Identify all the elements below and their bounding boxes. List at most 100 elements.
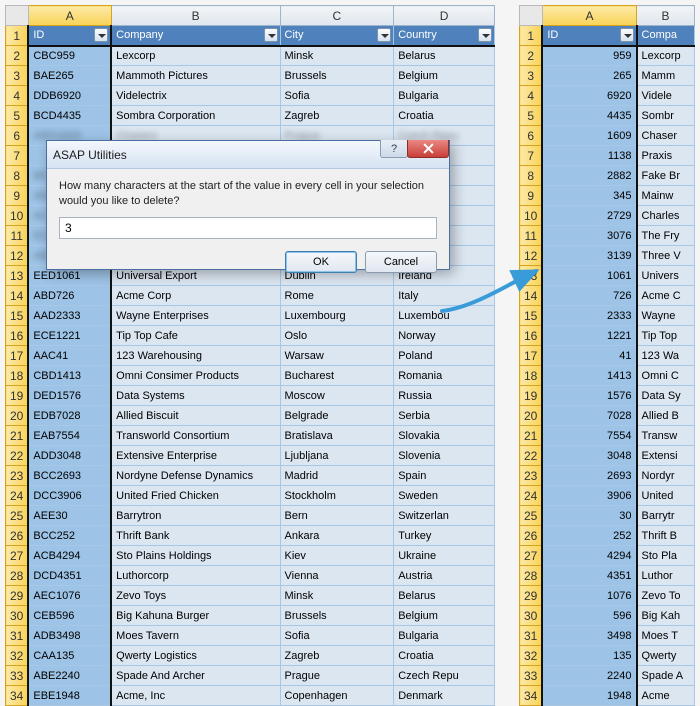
cell-country[interactable]: Austria bbox=[394, 566, 495, 586]
cell-id[interactable]: 2240 bbox=[542, 666, 636, 686]
row-header[interactable]: 1 bbox=[520, 26, 543, 46]
help-button[interactable]: ? bbox=[380, 140, 408, 158]
cell-company[interactable]: Tip Top bbox=[637, 326, 695, 346]
row-header[interactable]: 2 bbox=[520, 46, 543, 66]
cell-id[interactable]: 3498 bbox=[542, 626, 636, 646]
row-header[interactable]: 31 bbox=[6, 626, 29, 646]
select-all-corner[interactable] bbox=[520, 6, 543, 26]
cell-company[interactable]: Big Kahuna Burger bbox=[111, 606, 280, 626]
row-header[interactable]: 7 bbox=[6, 146, 29, 166]
row-header[interactable]: 18 bbox=[520, 366, 543, 386]
col-header-c[interactable]: C bbox=[280, 6, 394, 26]
cell-id[interactable]: CEB596 bbox=[28, 606, 111, 626]
cell-city[interactable]: Sofia bbox=[280, 626, 394, 646]
row-header[interactable]: 34 bbox=[520, 686, 543, 706]
col-header-a[interactable]: A bbox=[542, 6, 636, 26]
cell-city[interactable]: Oslo bbox=[280, 326, 394, 346]
cell-company[interactable]: Mammoth Pictures bbox=[111, 66, 280, 86]
cell-country[interactable]: Luxembou bbox=[394, 306, 495, 326]
cell-company[interactable]: Zevo Toys bbox=[111, 586, 280, 606]
cell-id[interactable]: DCC3906 bbox=[28, 486, 111, 506]
cell-id[interactable]: 7554 bbox=[542, 426, 636, 446]
cell-company[interactable]: Charles bbox=[637, 206, 695, 226]
cell-country[interactable]: Czech Repu bbox=[394, 666, 495, 686]
row-header[interactable]: 13 bbox=[520, 266, 543, 286]
cell-country[interactable]: Belarus bbox=[394, 586, 495, 606]
cell-id[interactable]: 265 bbox=[542, 66, 636, 86]
cell-id[interactable]: DED1576 bbox=[28, 386, 111, 406]
cell-company[interactable]: Big Kah bbox=[637, 606, 695, 626]
row-header[interactable]: 21 bbox=[6, 426, 29, 446]
row-header[interactable]: 17 bbox=[6, 346, 29, 366]
cell-id[interactable]: 2729 bbox=[542, 206, 636, 226]
cell-company[interactable]: Omni C bbox=[637, 366, 695, 386]
row-header[interactable]: 19 bbox=[520, 386, 543, 406]
cell-id[interactable]: BCC2693 bbox=[28, 466, 111, 486]
cell-country[interactable]: Norway bbox=[394, 326, 495, 346]
cell-company[interactable]: Lexcorp bbox=[637, 46, 695, 66]
row-header[interactable]: 24 bbox=[520, 486, 543, 506]
row-header[interactable]: 30 bbox=[6, 606, 29, 626]
cell-id[interactable]: 135 bbox=[542, 646, 636, 666]
table-header-city[interactable]: City bbox=[280, 26, 394, 46]
cell-company[interactable]: 123 Wa bbox=[637, 346, 695, 366]
cell-id[interactable]: AAC41 bbox=[28, 346, 111, 366]
row-header[interactable]: 20 bbox=[6, 406, 29, 426]
row-header[interactable]: 14 bbox=[520, 286, 543, 306]
cell-city[interactable]: Copenhagen bbox=[280, 686, 394, 706]
cell-id[interactable]: BAE265 bbox=[28, 66, 111, 86]
col-header-a[interactable]: A bbox=[28, 6, 111, 26]
row-header[interactable]: 13 bbox=[6, 266, 29, 286]
row-header[interactable]: 25 bbox=[520, 506, 543, 526]
cell-company[interactable]: Chaser bbox=[637, 126, 695, 146]
cell-id[interactable]: 3076 bbox=[542, 226, 636, 246]
character-count-input[interactable] bbox=[59, 217, 437, 239]
cell-company[interactable]: Extensi bbox=[637, 446, 695, 466]
cell-id[interactable]: ADB3498 bbox=[28, 626, 111, 646]
cell-country[interactable]: Bulgaria bbox=[394, 86, 495, 106]
dialog-titlebar[interactable]: ASAP Utilities ? bbox=[47, 141, 449, 169]
cell-id[interactable]: 1061 bbox=[542, 266, 636, 286]
cell-city[interactable]: Rome bbox=[280, 286, 394, 306]
cell-id[interactable]: AEE30 bbox=[28, 506, 111, 526]
row-header[interactable]: 10 bbox=[520, 206, 543, 226]
row-header[interactable]: 7 bbox=[520, 146, 543, 166]
cell-id[interactable]: 41 bbox=[542, 346, 636, 366]
cell-city[interactable]: Madrid bbox=[280, 466, 394, 486]
cell-id[interactable]: CBC959 bbox=[28, 46, 111, 66]
filter-dropdown-icon[interactable] bbox=[94, 28, 108, 42]
cell-country[interactable]: Ukraine bbox=[394, 546, 495, 566]
ok-button[interactable]: OK bbox=[285, 251, 357, 273]
cell-company[interactable]: Thrift B bbox=[637, 526, 695, 546]
cell-id[interactable]: 596 bbox=[542, 606, 636, 626]
row-header[interactable]: 30 bbox=[520, 606, 543, 626]
cell-id[interactable]: EAB7554 bbox=[28, 426, 111, 446]
cell-id[interactable]: 2333 bbox=[542, 306, 636, 326]
cell-company[interactable]: Transw bbox=[637, 426, 695, 446]
cell-id[interactable]: CAA135 bbox=[28, 646, 111, 666]
row-header[interactable]: 20 bbox=[520, 406, 543, 426]
cell-company[interactable]: Allied Biscuit bbox=[111, 406, 280, 426]
cell-id[interactable]: 3139 bbox=[542, 246, 636, 266]
cell-city[interactable]: Vienna bbox=[280, 566, 394, 586]
cell-company[interactable]: Mamm bbox=[637, 66, 695, 86]
cell-country[interactable]: Sweden bbox=[394, 486, 495, 506]
row-header[interactable]: 29 bbox=[520, 586, 543, 606]
cell-company[interactable]: Thrift Bank bbox=[111, 526, 280, 546]
cell-id[interactable]: EDB7028 bbox=[28, 406, 111, 426]
row-header[interactable]: 25 bbox=[6, 506, 29, 526]
close-button[interactable] bbox=[407, 140, 449, 158]
table-header-country[interactable]: Country bbox=[394, 26, 495, 46]
cell-city[interactable]: Belgrade bbox=[280, 406, 394, 426]
row-header[interactable]: 4 bbox=[520, 86, 543, 106]
cell-id[interactable]: 4294 bbox=[542, 546, 636, 566]
cell-company[interactable]: Barrytr bbox=[637, 506, 695, 526]
row-header[interactable]: 14 bbox=[6, 286, 29, 306]
filter-dropdown-icon[interactable] bbox=[620, 28, 634, 42]
cell-company[interactable]: Luthorcorp bbox=[111, 566, 280, 586]
cell-country[interactable]: Romania bbox=[394, 366, 495, 386]
cell-country[interactable]: Belgium bbox=[394, 66, 495, 86]
cell-company[interactable]: Qwerty Logistics bbox=[111, 646, 280, 666]
cell-id[interactable]: AEC1076 bbox=[28, 586, 111, 606]
cell-city[interactable]: Moscow bbox=[280, 386, 394, 406]
